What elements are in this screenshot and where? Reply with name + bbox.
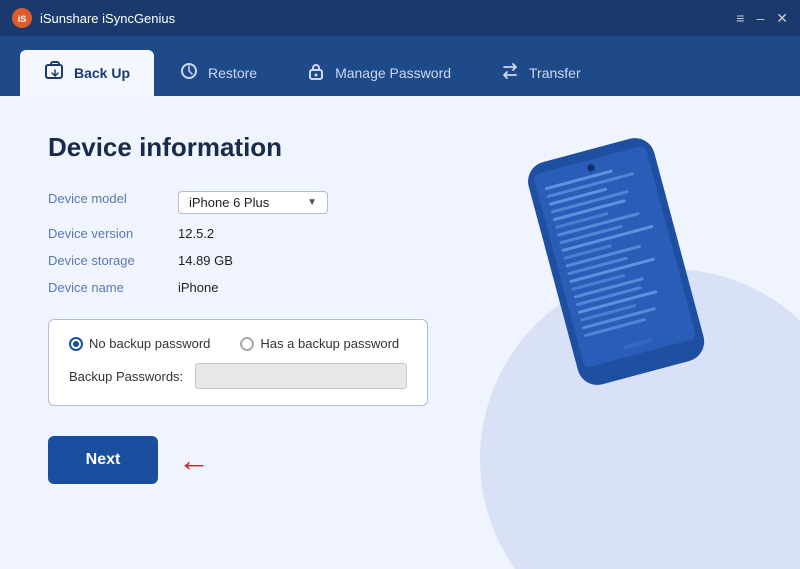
model-label: Device model <box>48 191 178 214</box>
password-box: No backup password Has a backup password… <box>48 319 428 406</box>
has-backup-label: Has a backup password <box>260 336 399 351</box>
storage-value: 14.89 GB <box>178 253 752 268</box>
tab-backup[interactable]: Back Up <box>20 50 154 96</box>
next-button[interactable]: Next <box>48 436 158 484</box>
no-backup-radio-indicator <box>69 337 83 351</box>
tab-transfer[interactable]: Transfer <box>475 50 605 96</box>
name-label: Device name <box>48 280 178 295</box>
main-content: Device information Device model iPhone 6… <box>0 96 800 569</box>
nav-bar: Back Up Restore Manage Password Transfer <box>0 36 800 96</box>
model-dropdown[interactable]: iPhone 6 Plus ▼ <box>178 191 328 214</box>
backup-password-input[interactable] <box>195 363 407 389</box>
version-label: Device version <box>48 226 178 241</box>
tab-manage-password-label: Manage Password <box>335 65 451 81</box>
backup-icon <box>44 61 66 86</box>
has-backup-radio[interactable]: Has a backup password <box>240 336 399 351</box>
close-button[interactable]: ✕ <box>776 11 788 25</box>
dropdown-arrow-icon: ▼ <box>307 197 317 208</box>
tab-restore[interactable]: Restore <box>154 50 281 96</box>
version-value: 12.5.2 <box>178 226 752 241</box>
app-logo: iS <box>12 8 32 28</box>
no-backup-radio[interactable]: No backup password <box>69 336 210 351</box>
radio-row: No backup password Has a backup password <box>69 336 407 351</box>
content-area: Device information Device model iPhone 6… <box>48 132 752 484</box>
title-bar-left: iS iSunshare iSyncGenius <box>12 8 175 28</box>
tab-transfer-label: Transfer <box>529 65 581 81</box>
name-value: iPhone <box>178 280 752 295</box>
menu-button[interactable]: ≡ <box>736 11 744 25</box>
bottom-bar: Next ← <box>48 436 752 484</box>
no-backup-label: No backup password <box>89 336 210 351</box>
arrow-icon: ← <box>178 444 210 476</box>
transfer-icon <box>499 61 521 86</box>
device-info-table: Device model iPhone 6 Plus ▼ Device vers… <box>48 191 752 295</box>
manage-password-icon <box>305 61 327 86</box>
window-controls: ≡ – ✕ <box>736 11 788 25</box>
has-backup-radio-indicator <box>240 337 254 351</box>
backup-passwords-label: Backup Passwords: <box>69 369 183 384</box>
device-model-select: iPhone 6 Plus ▼ <box>178 191 752 214</box>
tab-restore-label: Restore <box>208 65 257 81</box>
password-field-row: Backup Passwords: <box>69 363 407 389</box>
tab-manage-password[interactable]: Manage Password <box>281 50 475 96</box>
svg-text:iS: iS <box>18 14 27 24</box>
tab-backup-label: Back Up <box>74 65 130 81</box>
title-bar: iS iSunshare iSyncGenius ≡ – ✕ <box>0 0 800 36</box>
storage-label: Device storage <box>48 253 178 268</box>
app-title: iSunshare iSyncGenius <box>40 11 175 26</box>
restore-icon <box>178 61 200 86</box>
model-value: iPhone 6 Plus <box>189 195 269 210</box>
minimize-button[interactable]: – <box>756 11 764 25</box>
page-title: Device information <box>48 132 752 163</box>
